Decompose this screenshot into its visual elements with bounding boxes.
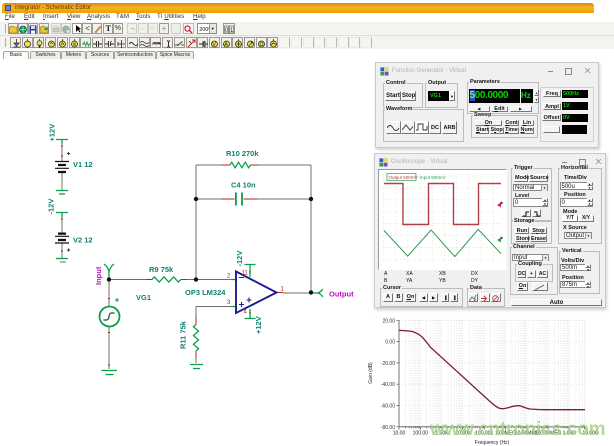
svg-text:R10 270k: R10 270k bbox=[226, 149, 259, 158]
svg-text:+12V: +12V bbox=[254, 316, 263, 334]
svg-text:3: 3 bbox=[227, 300, 231, 306]
svg-text:Output 500mV: Output 500mV bbox=[389, 175, 418, 180]
svg-text:+12V: +12V bbox=[48, 124, 57, 142]
svg-text:1: 1 bbox=[281, 287, 285, 293]
svg-text:VG1: VG1 bbox=[136, 293, 151, 302]
svg-text:2: 2 bbox=[227, 274, 231, 280]
svg-text:C4 10n: C4 10n bbox=[231, 181, 256, 190]
svg-text:R9 75k: R9 75k bbox=[149, 265, 174, 274]
svg-text:-12V: -12V bbox=[47, 199, 56, 215]
svg-text:Input: Input bbox=[94, 266, 103, 285]
svg-text:OP3 LM324: OP3 LM324 bbox=[185, 288, 226, 297]
svg-text:Input 500mV: Input 500mV bbox=[420, 175, 446, 180]
svg-text:V1 12: V1 12 bbox=[73, 160, 93, 169]
svg-text:11: 11 bbox=[242, 271, 249, 277]
svg-text:V2 12: V2 12 bbox=[73, 236, 93, 245]
svg-text:Output: Output bbox=[329, 290, 354, 299]
svg-text:-12V: -12V bbox=[235, 251, 244, 267]
svg-text:4: 4 bbox=[244, 310, 248, 316]
svg-text:R11 75k: R11 75k bbox=[179, 320, 188, 349]
